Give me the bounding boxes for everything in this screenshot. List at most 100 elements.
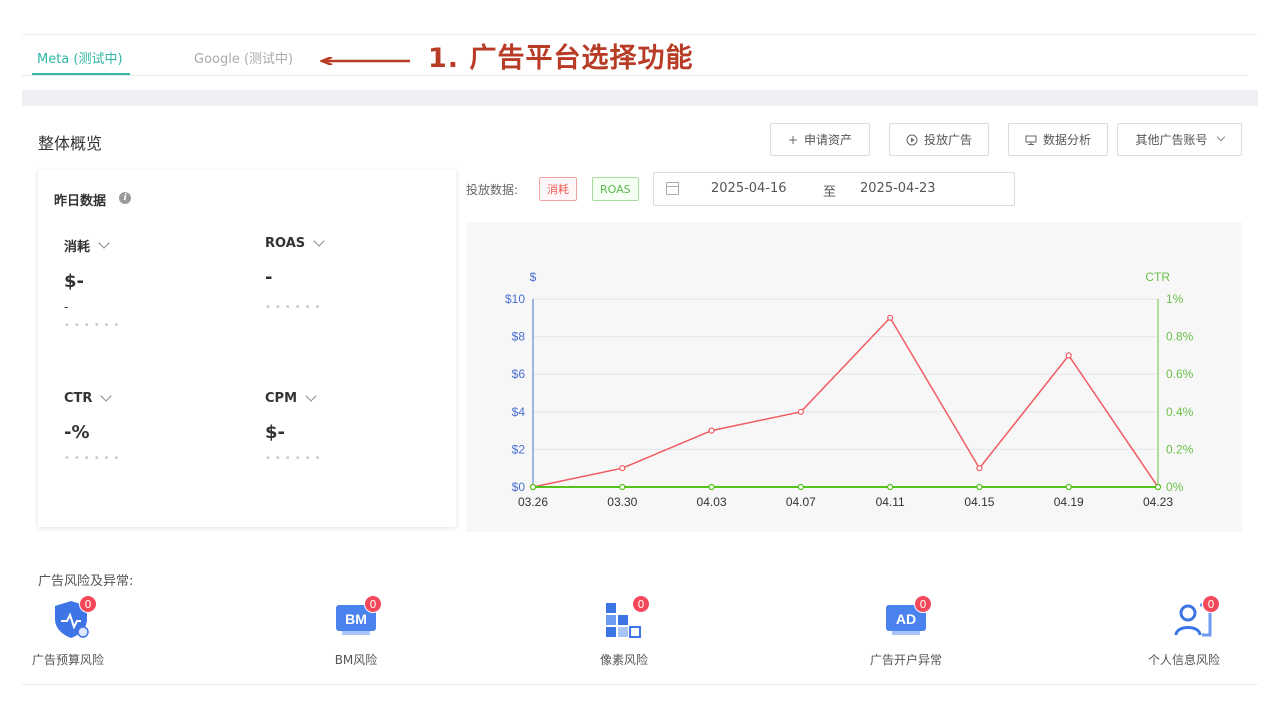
shield-pulse-icon: 0 [49,595,97,641]
pixel-blocks-icon: 0 [602,595,650,641]
metric-roas-label: ROAS [265,236,306,251]
metric-roas: ROAS - •••••• [265,234,435,313]
ad-icon-text: AD [896,611,916,627]
data-analysis-label: 数据分析 [1042,133,1091,147]
risk-badge: 0 [632,595,650,613]
series-line-spend [532,316,1159,488]
x-axis-tick-label: 03.26 [518,495,548,509]
plus-icon: + [787,132,799,147]
bm-icon: BM 0 [334,595,382,641]
other-accounts-dropdown[interactable]: 其他广告账号 [1117,123,1242,156]
metric-cpm: CPM $- •••••• [265,389,435,464]
annotation-label: 1. 广告平台选择功能 [428,43,694,74]
data-point-ctr [887,483,894,491]
play-circle-icon [906,134,918,145]
chart-svg: $0 0% $2 0.2% $4 0.4% $6 0.6% $8 0.8% $10 1% $ CTR 03.… [505,270,1194,509]
risk-account-opening[interactable]: AD 0 广告开户异常 [870,595,943,668]
filter-label: 投放数据: [466,183,519,197]
data-point-ctr [1065,483,1072,491]
risk-badge: 0 [914,595,932,613]
date-range-picker[interactable]: 2025-04-16 至 2025-04-23 [653,172,1015,206]
data-point-spend [976,465,983,472]
tab-google[interactable]: Google (测试中) [194,48,293,67]
chevron-down-icon[interactable] [305,389,317,402]
risk-label: BM风险 [334,653,378,667]
risk-pixel[interactable]: 0 像素风险 [600,595,650,668]
x-axis-tick-label: 04.03 [697,495,727,509]
x-axis-tick-label: 04.11 [876,495,905,509]
metric-spend-label: 消耗 [64,240,91,255]
left-axis-tick-label: $4 [512,405,526,419]
data-point-ctr [619,483,626,491]
bottom-divider [22,684,1258,685]
metric-cpm-value: $- [265,422,285,443]
metric-ctr: CTR -% •••••• [64,389,234,464]
tab-meta[interactable]: Meta (测试中) [37,48,123,67]
chevron-down-icon[interactable] [313,234,325,247]
x-axis-tick-label: 04.07 [786,495,816,509]
metric-roas-value: - [265,267,273,288]
info-icon[interactable]: i [119,192,131,204]
metric-ctr-label: CTR [64,391,93,406]
data-point-ctr [976,483,983,491]
data-point-ctr [708,483,715,491]
ad-icon: AD 0 [884,595,932,641]
data-point-ctr [529,483,537,491]
right-axis-label: CTR [1145,270,1170,284]
risk-badge: 0 [364,595,382,613]
filter-tag-roas[interactable]: ROAS [592,177,639,201]
metric-spend: 消耗 $- - •••••• [64,236,234,331]
chevron-down-icon[interactable] [98,236,110,249]
date-end[interactable]: 2025-04-23 [860,181,936,196]
section-separator [22,90,1258,106]
chevron-down-icon [1216,132,1225,141]
data-point-spend [1065,352,1072,359]
risk-label: 像素风险 [600,653,649,667]
data-point-spend [797,408,804,415]
x-axis-tick-label: 03.30 [607,495,637,509]
risk-personal-info[interactable]: 0 个人信息风险 [1148,595,1220,668]
metric-ctr-dots: •••••• [64,453,124,464]
apply-assets-button[interactable]: + 申请资产 [770,123,870,156]
chevron-down-icon[interactable] [100,389,113,402]
metric-ctr-value: -% [64,422,90,443]
monitor-icon [1025,135,1037,145]
right-axis-tick-label: 1% [1166,292,1184,306]
calendar-icon [666,182,679,195]
metric-roas-dots: •••••• [265,302,325,313]
page-title: 整体概览 [38,134,103,153]
risk-label: 广告开户异常 [870,653,943,667]
left-axis-tick-label: $10 [505,292,525,306]
annotation-arrow-icon [320,57,410,65]
date-separator: 至 [823,185,837,200]
risk-bm[interactable]: BM 0 BM风险 [334,595,382,668]
metric-spend-dots: •••••• [64,320,124,331]
metric-spend-value: $- [64,271,84,292]
left-axis-tick-label: $6 [512,367,526,381]
spend-ctr-chart: $0 0% $2 0.2% $4 0.4% $6 0.6% $8 0.8% $10 1% $ CTR 03.… [466,222,1242,532]
person-card-icon: 0 [1172,595,1220,641]
launch-ad-label: 投放广告 [923,133,972,147]
metric-spend-sub: - [64,300,69,314]
data-analysis-button[interactable]: 数据分析 [1008,123,1108,156]
launch-ad-button[interactable]: 投放广告 [889,123,989,156]
right-axis-tick-label: 0.2% [1166,442,1194,456]
right-axis-tick-label: 0% [1166,480,1184,494]
metric-cpm-label: CPM [265,391,298,406]
right-axis-tick-label: 0.8% [1166,330,1194,344]
active-tab-indicator [32,73,130,75]
other-accounts-label: 其他广告账号 [1135,133,1208,147]
bm-icon-text: BM [345,611,367,627]
x-axis-tick-label: 04.15 [964,495,994,509]
left-axis-tick-label: $0 [512,480,526,494]
left-axis-tick-label: $8 [512,330,526,344]
date-start[interactable]: 2025-04-16 [711,181,787,196]
card-title: 昨日数据 [54,194,107,209]
data-point-spend [887,314,894,321]
x-axis-tick-label: 04.19 [1054,495,1084,509]
filter-tag-spend[interactable]: 消耗 [539,177,577,201]
top-divider [22,34,1258,35]
yesterday-data-card: 昨日数据 i 消耗 $- - •••••• ROAS - •••••• CTR … [38,170,456,527]
risk-label: 个人信息风险 [1148,653,1221,667]
risk-budget[interactable]: 0 广告预算风险 [32,595,104,668]
